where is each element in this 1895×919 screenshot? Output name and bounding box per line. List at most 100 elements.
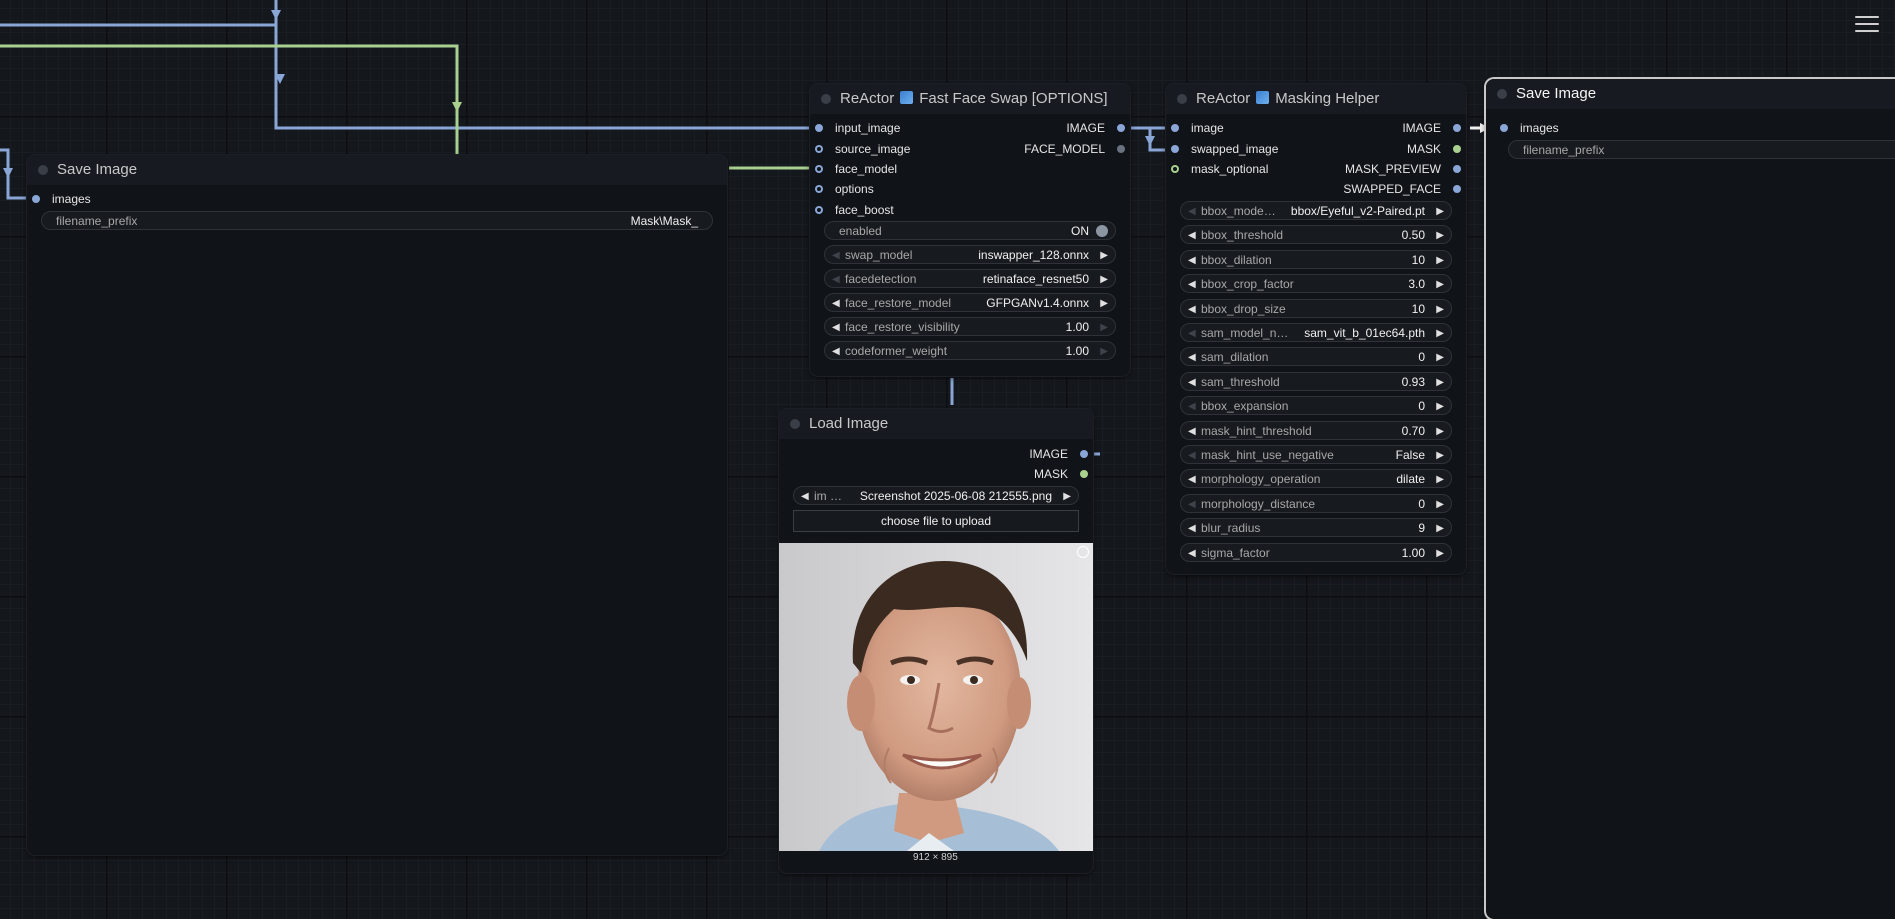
input-dot-icon[interactable]	[815, 185, 823, 193]
face-restore-model-combo[interactable]: ◀ face_restore_model GFPGANv1.4.onnx ▶	[824, 293, 1116, 312]
node-title-bar[interactable]: Save Image	[27, 155, 727, 185]
increment-arrow-icon[interactable]: ▶	[1436, 422, 1444, 441]
masking-widget-row[interactable]: ◀ sam_dilation 0 ▶	[1180, 347, 1452, 367]
input-slot-face-boost[interactable]: face_boost	[815, 203, 894, 217]
increment-arrow-icon[interactable]: ▶	[1436, 495, 1444, 514]
face-restore-visibility-number[interactable]: ◀ face_restore_visibility 1.00 ▶	[824, 317, 1116, 336]
node-title-bar[interactable]: Load Image	[779, 409, 1093, 439]
decrement-arrow-icon[interactable]: ◀	[832, 246, 840, 265]
decrement-arrow-icon[interactable]: ◀	[1188, 348, 1196, 367]
input-slot-mask-optional[interactable]: mask_optional	[1171, 162, 1268, 176]
decrement-arrow-icon[interactable]: ◀	[801, 487, 809, 506]
enabled-toggle[interactable]: enabled ON	[824, 221, 1116, 240]
increment-arrow-icon[interactable]: ▶	[1436, 544, 1444, 563]
input-dot-icon[interactable]	[815, 145, 823, 153]
output-dot-icon[interactable]	[1453, 165, 1461, 173]
masking-widget-row[interactable]: ◀ bbox_expansion 0 ▶	[1180, 396, 1452, 416]
input-slot-input-image[interactable]: input_image	[815, 121, 900, 135]
masking-widget-row[interactable]: ◀ sam_model_n… sam_vit_b_01ec64.pth ▶	[1180, 323, 1452, 342]
collapse-dot-icon[interactable]	[1497, 89, 1507, 99]
decrement-arrow-icon[interactable]: ◀	[1188, 226, 1196, 245]
input-dot-icon[interactable]	[32, 195, 40, 203]
masking-widget-row[interactable]: ◀ sigma_factor 1.00 ▶	[1180, 542, 1452, 563]
input-dot-icon[interactable]	[815, 165, 823, 173]
decrement-arrow-icon[interactable]: ◀	[1188, 251, 1196, 270]
input-dot-icon[interactable]	[815, 124, 823, 132]
decrement-arrow-icon[interactable]: ◀	[1188, 373, 1196, 392]
save-image-node-right[interactable]: Save Image images filename_prefix	[1486, 79, 1895, 919]
filename-prefix-field[interactable]: filename_prefix	[1508, 140, 1895, 159]
masking-widget-row[interactable]: ◀ sam_threshold 0.93 ▶	[1180, 371, 1452, 392]
reactor-masking-helper-node[interactable]: ReActor Masking Helper image swapped_imag…	[1166, 84, 1466, 574]
increment-arrow-icon[interactable]: ▶	[1436, 226, 1444, 245]
node-title-bar[interactable]: ReActor Fast Face Swap [OPTIONS]	[810, 84, 1130, 114]
input-slot-images[interactable]: images	[32, 192, 91, 206]
decrement-arrow-icon[interactable]: ◀	[1188, 422, 1196, 441]
output-slot-mask[interactable]: MASK	[1407, 142, 1461, 156]
increment-arrow-icon[interactable]: ▶	[1100, 342, 1108, 361]
facedetection-combo[interactable]: ◀ facedetection retinaface_resnet50 ▶	[824, 269, 1116, 288]
input-slot-image[interactable]: image	[1171, 121, 1224, 135]
decrement-arrow-icon[interactable]: ◀	[832, 318, 840, 337]
hamburger-menu-icon[interactable]	[1855, 16, 1879, 36]
increment-arrow-icon[interactable]: ▶	[1100, 246, 1108, 265]
decrement-arrow-icon[interactable]: ◀	[1188, 397, 1196, 416]
increment-arrow-icon[interactable]: ▶	[1436, 373, 1444, 392]
increment-arrow-icon[interactable]: ▶	[1063, 487, 1071, 506]
increment-arrow-icon[interactable]: ▶	[1100, 294, 1108, 313]
decrement-arrow-icon[interactable]: ◀	[1188, 324, 1196, 343]
save-image-node-left[interactable]: Save Image images filename_prefix Mask\M…	[27, 155, 727, 855]
input-dot-icon[interactable]	[1171, 165, 1179, 173]
reactor-fast-face-swap-node[interactable]: ReActor Fast Face Swap [OPTIONS] input_im…	[810, 84, 1130, 376]
expand-preview-icon[interactable]	[1077, 546, 1089, 558]
increment-arrow-icon[interactable]: ▶	[1100, 318, 1108, 337]
collapse-dot-icon[interactable]	[38, 165, 48, 175]
swap-model-combo[interactable]: ◀ swap_model inswapper_128.onnx ▶	[824, 245, 1116, 264]
decrement-arrow-icon[interactable]: ◀	[1188, 446, 1196, 465]
output-slot-image[interactable]: IMAGE	[1066, 121, 1125, 135]
filename-prefix-field[interactable]: filename_prefix Mask\Mask_	[41, 211, 713, 230]
increment-arrow-icon[interactable]: ▶	[1436, 397, 1444, 416]
decrement-arrow-icon[interactable]: ◀	[1188, 275, 1196, 294]
input-dot-icon[interactable]	[1171, 124, 1179, 132]
output-dot-icon[interactable]	[1117, 145, 1125, 153]
masking-widget-row[interactable]: ◀ mask_hint_threshold 0.70 ▶	[1180, 420, 1452, 441]
input-slot-options[interactable]: options	[815, 182, 874, 196]
masking-widget-row[interactable]: ◀ bbox_mode… bbox/Eyeful_v2-Paired.pt ▶	[1180, 201, 1452, 220]
masking-widget-row[interactable]: ◀ morphology_operation dilate ▶	[1180, 469, 1452, 489]
input-dot-icon[interactable]	[1500, 124, 1508, 132]
output-slot-image[interactable]: IMAGE	[1029, 447, 1088, 461]
output-dot-icon[interactable]	[1453, 124, 1461, 132]
output-dot-icon[interactable]	[1453, 185, 1461, 193]
input-slot-images[interactable]: images	[1500, 121, 1559, 135]
input-slot-face-model[interactable]: face_model	[815, 162, 897, 176]
decrement-arrow-icon[interactable]: ◀	[832, 342, 840, 361]
collapse-dot-icon[interactable]	[790, 419, 800, 429]
choose-file-upload-button[interactable]: choose file to upload	[793, 510, 1079, 532]
increment-arrow-icon[interactable]: ▶	[1436, 348, 1444, 367]
output-dot-icon[interactable]	[1080, 450, 1088, 458]
increment-arrow-icon[interactable]: ▶	[1436, 300, 1444, 319]
decrement-arrow-icon[interactable]: ◀	[1188, 202, 1196, 221]
input-dot-icon[interactable]	[815, 206, 823, 214]
collapse-dot-icon[interactable]	[1177, 94, 1187, 104]
decrement-arrow-icon[interactable]: ◀	[832, 294, 840, 313]
decrement-arrow-icon[interactable]: ◀	[1188, 300, 1196, 319]
output-slot-face-model[interactable]: FACE_MODEL	[1024, 142, 1125, 156]
decrement-arrow-icon[interactable]: ◀	[1188, 495, 1196, 514]
masking-widget-row[interactable]: ◀ bbox_crop_factor 3.0 ▶	[1180, 274, 1452, 294]
decrement-arrow-icon[interactable]: ◀	[1188, 470, 1196, 489]
toggle-knob-icon[interactable]	[1096, 225, 1108, 237]
decrement-arrow-icon[interactable]: ◀	[1188, 544, 1196, 563]
output-slot-mask[interactable]: MASK	[1034, 467, 1088, 481]
output-slot-swapped-face[interactable]: SWAPPED_FACE	[1343, 182, 1461, 196]
masking-widget-row[interactable]: ◀ bbox_threshold 0.50 ▶	[1180, 225, 1452, 245]
input-slot-swapped-image[interactable]: swapped_image	[1171, 142, 1278, 156]
increment-arrow-icon[interactable]: ▶	[1436, 202, 1444, 221]
masking-widget-row[interactable]: ◀ blur_radius 9 ▶	[1180, 518, 1452, 538]
node-title-bar[interactable]: Save Image	[1486, 79, 1895, 109]
collapse-dot-icon[interactable]	[821, 94, 831, 104]
increment-arrow-icon[interactable]: ▶	[1436, 470, 1444, 489]
masking-widget-row[interactable]: ◀ bbox_drop_size 10 ▶	[1180, 298, 1452, 319]
decrement-arrow-icon[interactable]: ◀	[1188, 519, 1196, 538]
